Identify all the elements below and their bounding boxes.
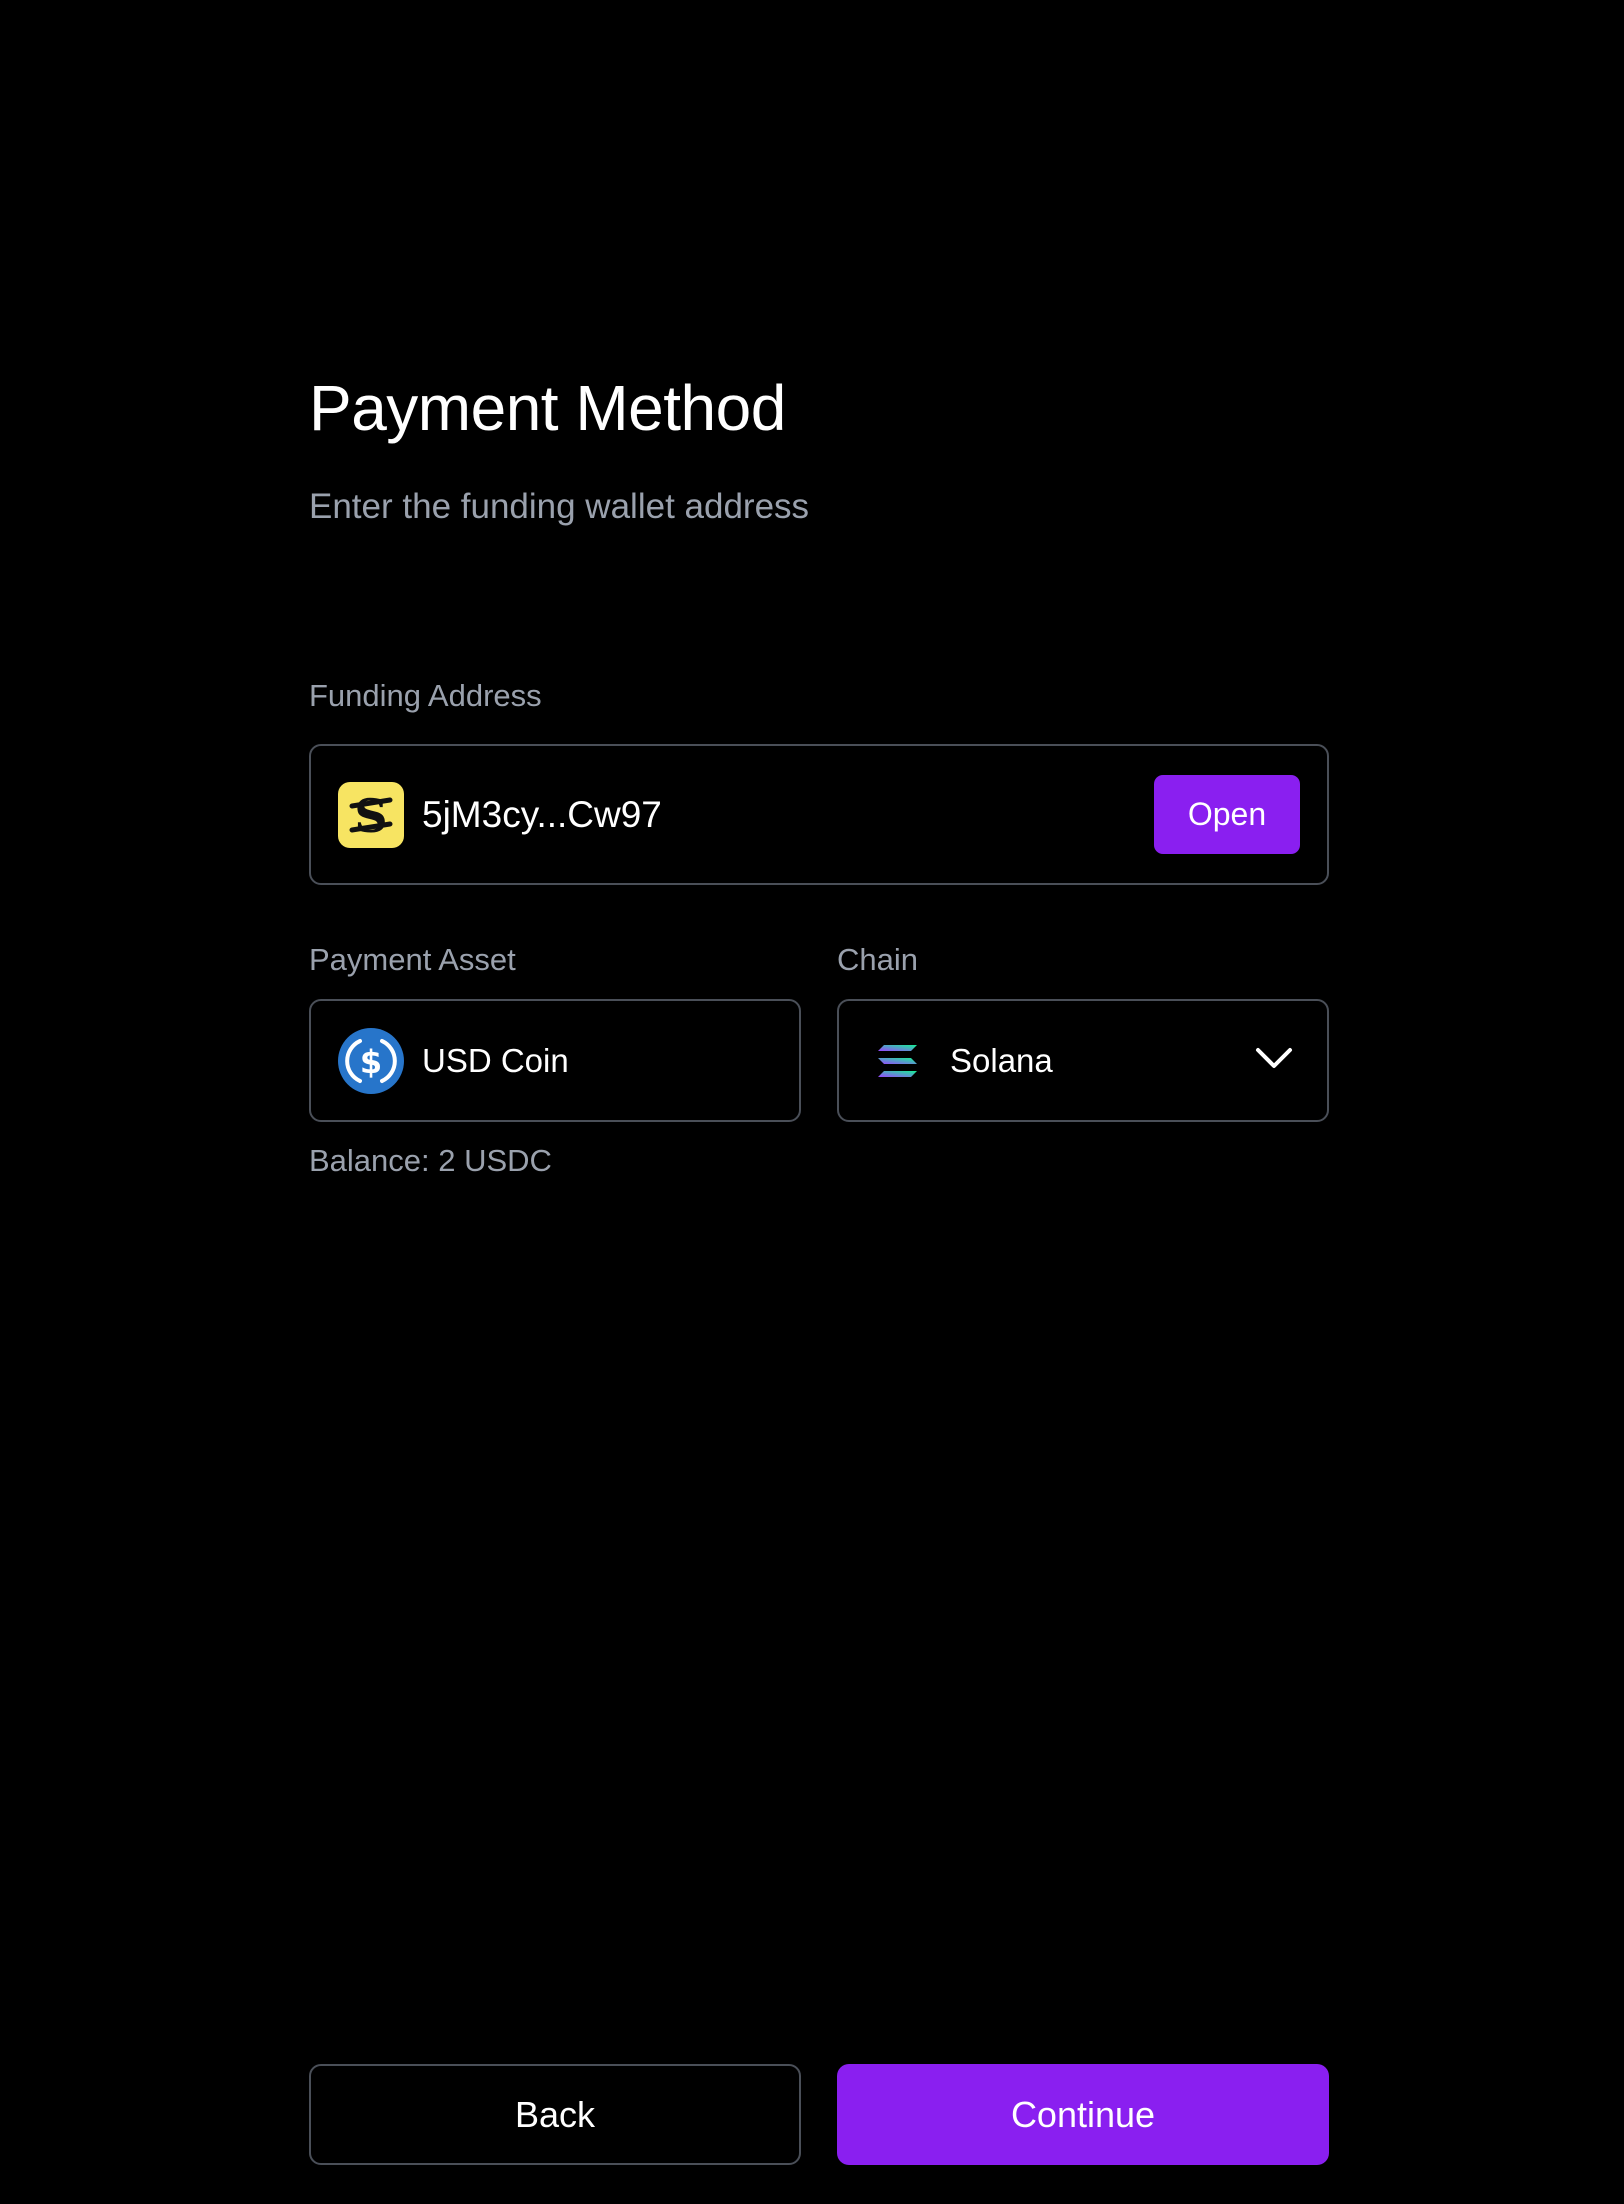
chain-label: Chain <box>837 942 918 977</box>
payment-asset-value: USD Coin <box>422 1042 569 1079</box>
funding-address-label: Funding Address <box>309 678 542 713</box>
payment-method-screen: Payment Method Enter the funding wallet … <box>0 0 1624 2204</box>
funding-address-value: 5jM3cy...Cw97 <box>422 794 662 835</box>
payment-asset-field[interactable]: $ USD Coin <box>309 999 801 1122</box>
stablecoin-s-icon: S <box>338 782 404 848</box>
solana-icon <box>877 1043 919 1079</box>
page-subtitle: Enter the funding wallet address <box>309 487 810 526</box>
chain-select[interactable]: Solana <box>837 999 1329 1122</box>
funding-address-field[interactable]: S 5jM3cy...Cw97 Open <box>309 744 1329 885</box>
usdc-icon: $ <box>338 1028 404 1094</box>
svg-text:$: $ <box>360 1043 382 1081</box>
payment-asset-label: Payment Asset <box>309 942 516 977</box>
chevron-down-icon[interactable] <box>1255 1045 1293 1071</box>
open-wallet-button[interactable]: Open <box>1154 775 1300 854</box>
back-button[interactable]: Back <box>309 2064 801 2165</box>
svg-text:S: S <box>354 789 387 843</box>
page-title: Payment Method <box>309 372 786 444</box>
asset-balance: Balance: 2 USDC <box>309 1143 552 1178</box>
chain-value: Solana <box>950 1042 1053 1079</box>
continue-button[interactable]: Continue <box>837 2064 1329 2165</box>
